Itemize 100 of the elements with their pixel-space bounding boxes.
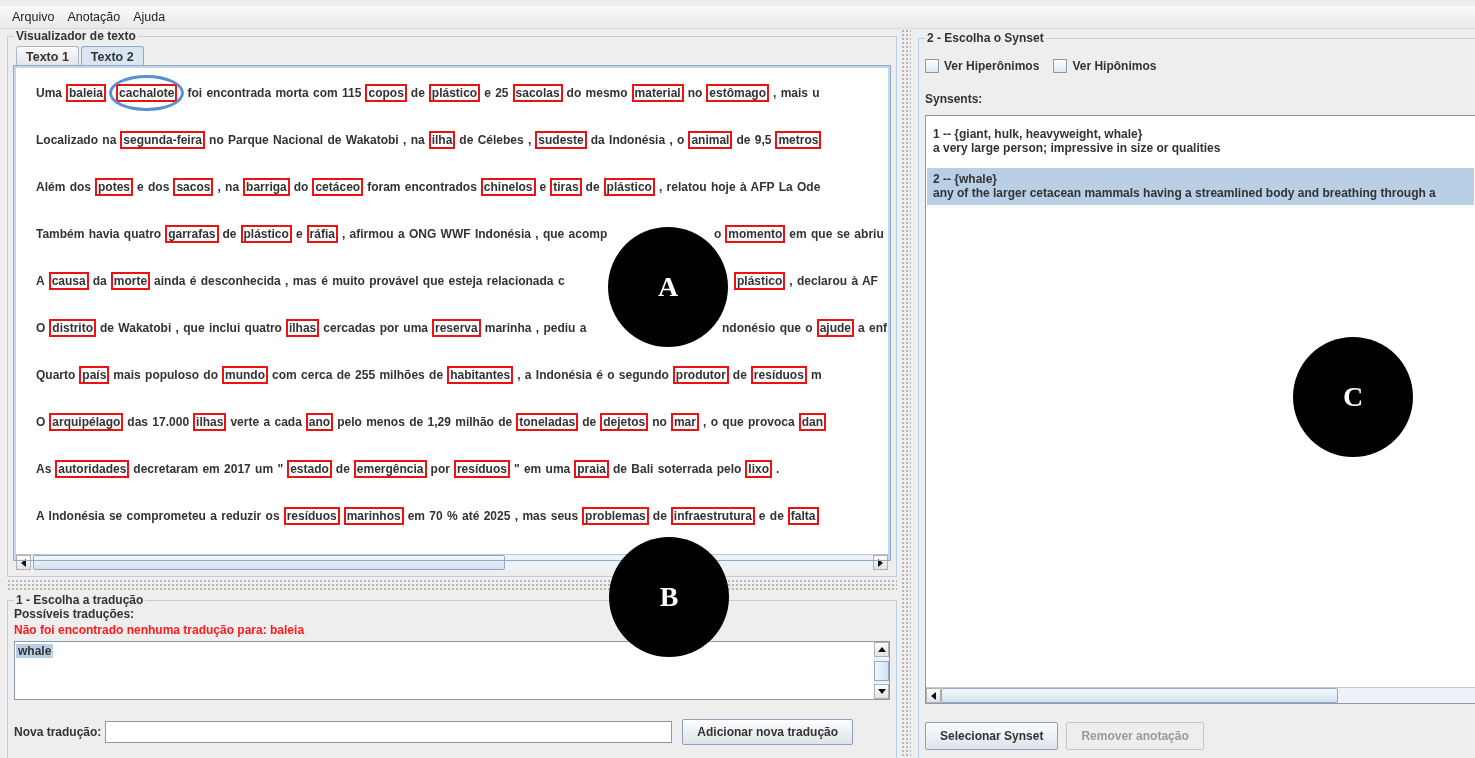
menu-item[interactable]: Ajuda (133, 10, 166, 24)
text-fragment: das 17.000 (127, 414, 190, 431)
text-fragment: da Indonésia , o (590, 132, 685, 149)
vertical-scrollbar[interactable] (874, 642, 889, 699)
annotated-word[interactable]: ráfia (306, 225, 338, 243)
annotated-word[interactable]: produtor (672, 366, 729, 384)
annotated-word[interactable]: momento (725, 225, 786, 243)
annotated-word[interactable]: país (79, 366, 110, 384)
tab[interactable]: Texto 1 (16, 46, 79, 66)
text-fragment: do (293, 179, 309, 196)
annotated-word[interactable]: tiras (550, 178, 582, 196)
annotated-word[interactable]: falta (787, 507, 819, 525)
annotated-word[interactable]: baleia (66, 84, 107, 102)
annotated-word[interactable]: ilha (428, 131, 456, 149)
annotated-word[interactable]: ilhas (285, 319, 320, 337)
horizontal-scrollbar[interactable] (926, 687, 1475, 703)
annotated-word[interactable]: ajude (816, 319, 854, 337)
annotated-word[interactable]: estado (287, 460, 332, 478)
annotated-word[interactable]: sacolas (512, 84, 563, 102)
synset-words: 1 -- {giant, hulk, heavyweight, whale} (933, 127, 1144, 141)
action-button[interactable]: Selecionar Synset (925, 722, 1059, 750)
input-field[interactable] (105, 721, 673, 743)
text-fragment: . (776, 461, 780, 478)
annotated-word[interactable]: autoridades (55, 460, 130, 478)
text-fragment: de (652, 508, 667, 525)
annotated-word[interactable]: causa (48, 272, 89, 290)
text-fragment: ainda é desconhecida , mas é muito provável que esteja relacionada c (154, 273, 565, 290)
annotated-word[interactable]: cetáceo (312, 178, 364, 196)
text-fragment: e de (758, 508, 784, 525)
text-fragment: Também havia quatro (36, 226, 162, 243)
annotated-word[interactable]: potes (95, 178, 134, 196)
annotated-word[interactable]: dan (798, 413, 826, 431)
tab[interactable]: Texto 2 (80, 46, 144, 66)
text-fragment: O (36, 414, 46, 431)
text-fragment: ndonésio que o (722, 320, 813, 337)
text-fragment: por (430, 461, 450, 478)
annotated-word[interactable]: material (631, 84, 684, 102)
text-fragment: As (36, 461, 52, 478)
text-fragment: com cerca de 255 milhões de (272, 367, 444, 384)
annotated-word[interactable]: emergência (353, 460, 427, 478)
text-fragment: mais populoso do (113, 367, 219, 384)
text-fragment: , a Indonésia é o segundo (517, 367, 669, 384)
annotated-word[interactable]: resíduos (750, 366, 807, 384)
text-fragment: e (295, 226, 303, 243)
synset-item[interactable]: 2 -- {whale} any of the larger cetacean mammals having a streamlined body and breathing through a (926, 167, 1475, 206)
annotated-word[interactable]: habitantes (447, 366, 514, 384)
annotated-word[interactable]: arquipélago (49, 413, 124, 431)
annotated-word[interactable]: toneladas (516, 413, 579, 431)
annotated-word[interactable]: ano (305, 413, 334, 431)
text-fragment: decretaram em 2017 um " (133, 461, 284, 478)
text-fragment: pelo menos de 1,29 milhão de (337, 414, 513, 431)
annotated-word[interactable]: segunda-feira (120, 131, 206, 149)
text-fragment: O (36, 320, 46, 337)
text-fragment: verte a cada (230, 414, 302, 431)
add-button[interactable]: Adicionar nova tradução (682, 719, 854, 745)
annotated-word[interactable]: distrito (49, 319, 96, 337)
annotated-word[interactable]: plástico (428, 84, 481, 102)
text-fragment: e (539, 179, 547, 196)
annotated-word[interactable]: copos (365, 84, 407, 102)
annotated-word[interactable]: ilhas (193, 413, 227, 431)
annotated-word[interactable]: sudeste (535, 131, 587, 149)
annotated-word[interactable]: cachalote (116, 84, 178, 102)
text-fragment: foram encontrados (367, 179, 477, 196)
annotated-word[interactable]: infraestrutura (670, 507, 755, 525)
annotated-word[interactable]: animal (688, 131, 733, 149)
text-fragment: de Célebes , (459, 132, 532, 149)
list-item[interactable]: whale (16, 644, 54, 658)
annotated-word[interactable]: metros (775, 131, 822, 149)
annotated-word[interactable]: praia (574, 460, 609, 478)
annotated-word[interactable]: resíduos (283, 507, 340, 525)
annotated-word[interactable]: estômago (706, 84, 769, 102)
text-fragment: cercadas por uma (323, 320, 428, 337)
text-fragment: no Parque Nacional de Wakatobi , na (209, 132, 425, 149)
menu-item[interactable]: Arquivo (12, 10, 55, 24)
annotated-word[interactable]: garrafas (165, 225, 219, 243)
text-fragment: de (335, 461, 350, 478)
annotated-word[interactable]: chinelos (480, 178, 536, 196)
list-label: Synsents: (925, 92, 984, 106)
text-fragment: Além dos (36, 179, 91, 196)
annotated-word[interactable]: lixo (745, 460, 772, 478)
checkbox[interactable] (1053, 59, 1068, 73)
annotated-word[interactable]: plástico (734, 272, 786, 290)
annotated-word[interactable]: reserva (432, 319, 481, 337)
annotated-word[interactable]: resíduos (453, 460, 510, 478)
menu-item[interactable]: Anotação (67, 10, 121, 24)
error-message: Não foi encontrado nenhuma tradução para: baleia (14, 623, 306, 637)
annotated-word[interactable]: plástico (603, 178, 655, 196)
annotated-word[interactable]: mar (670, 413, 699, 431)
annotated-word[interactable]: marinhos (343, 507, 404, 525)
annotated-word[interactable]: dejetos (600, 413, 649, 431)
text-fragment: em que se abriu (789, 226, 884, 243)
annotated-word[interactable]: plástico (240, 225, 292, 243)
annotated-word[interactable]: problemas (582, 507, 649, 525)
annotated-word[interactable]: sacos (173, 178, 214, 196)
checkbox[interactable] (925, 59, 939, 73)
annotated-word[interactable]: morte (110, 272, 151, 290)
annotated-word[interactable]: mundo (222, 366, 269, 384)
text-fragment: marinha , pediu a (484, 320, 587, 337)
annotated-word[interactable]: barriga (243, 178, 290, 196)
text-fragment: Quarto (36, 367, 76, 384)
